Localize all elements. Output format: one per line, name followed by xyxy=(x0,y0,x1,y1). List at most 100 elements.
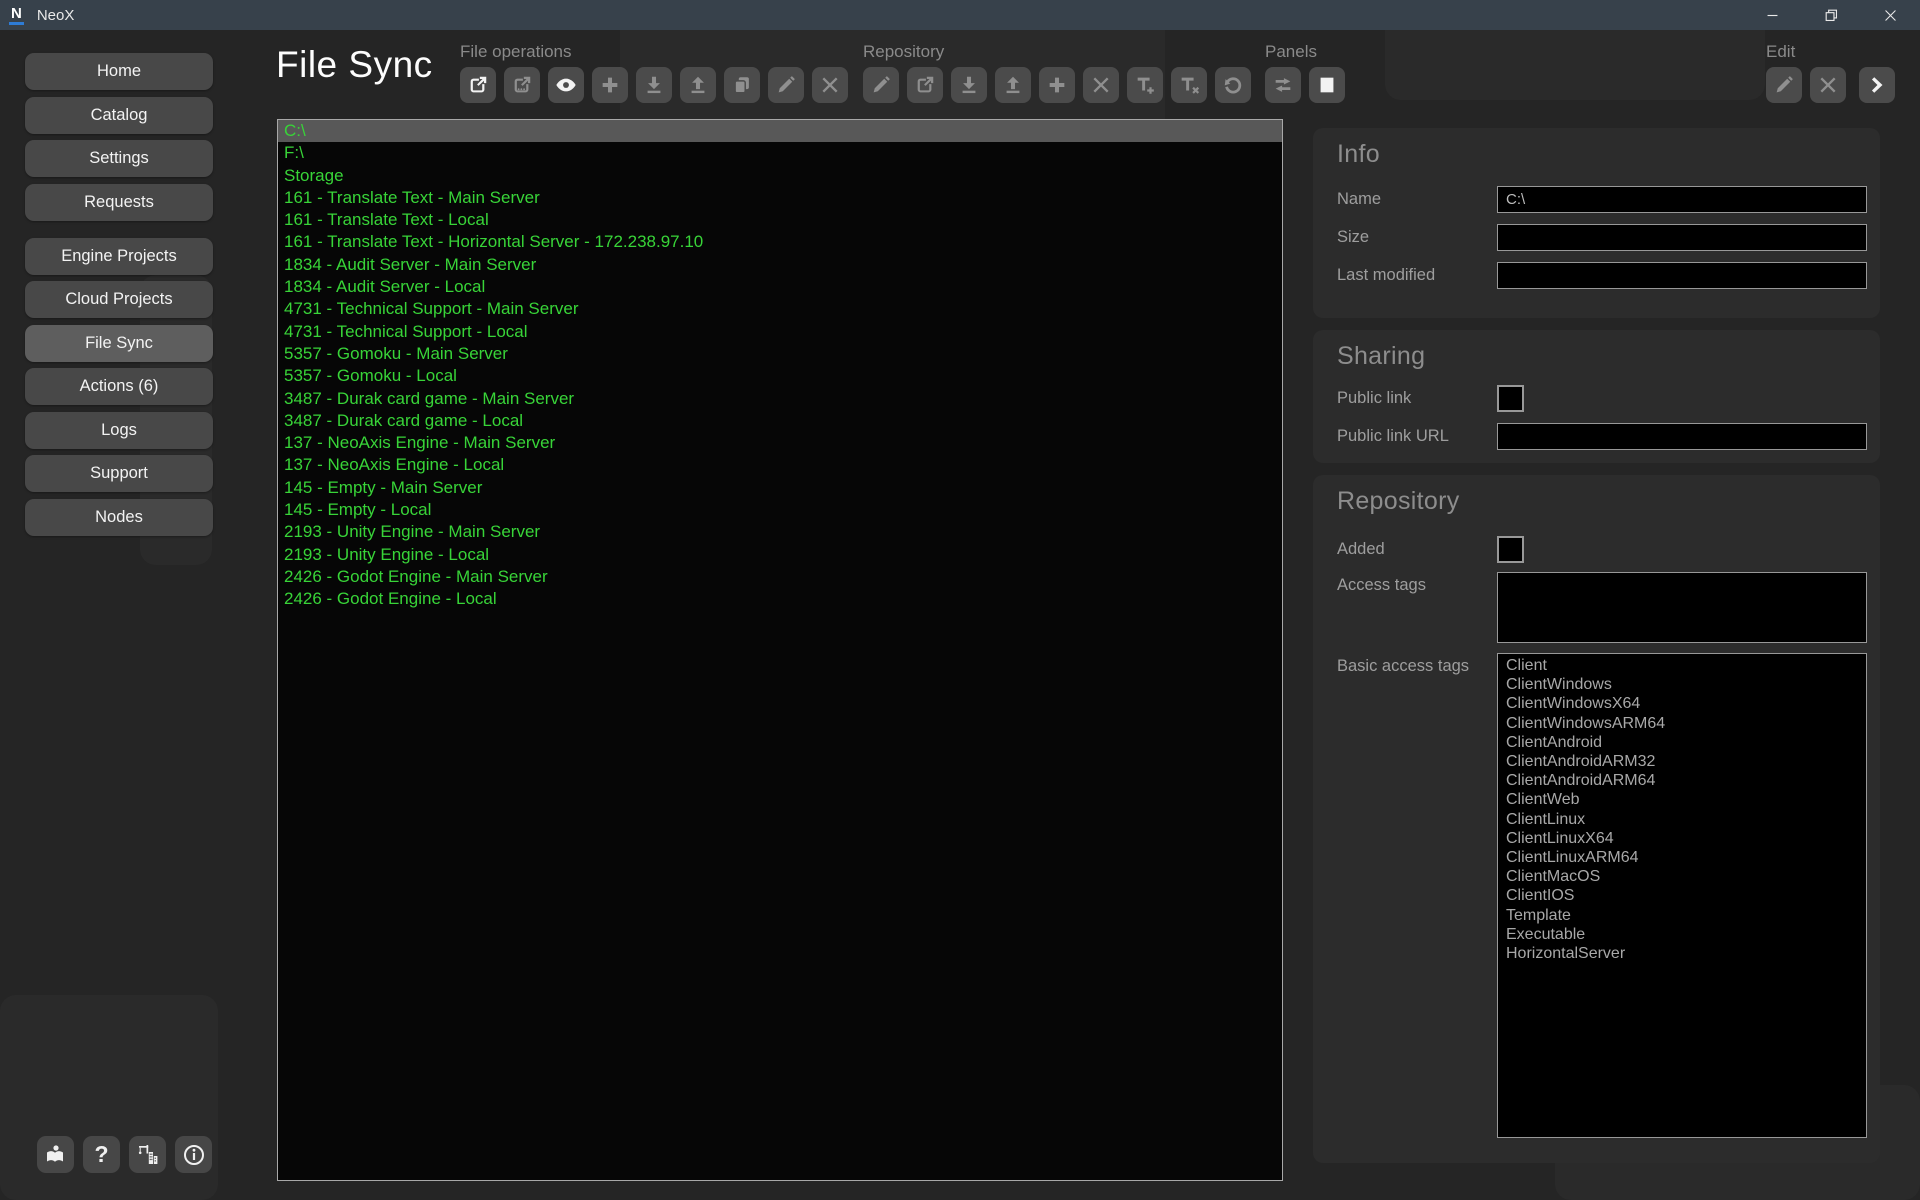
toolbar-button-open-external[interactable] xyxy=(907,67,943,103)
toolbar-button-cross[interactable] xyxy=(812,67,848,103)
basic-access-tag[interactable]: Client xyxy=(1506,656,1858,675)
access-tags-input[interactable] xyxy=(1497,572,1867,643)
basic-access-tag[interactable]: ClientMacOS xyxy=(1506,867,1858,886)
toolbar-button-chevron-right[interactable] xyxy=(1859,67,1895,103)
sidebar-item-support[interactable]: Support xyxy=(25,455,213,492)
toolbar-button-upload[interactable] xyxy=(680,67,716,103)
basic-access-tag[interactable]: ClientWeb xyxy=(1506,790,1858,809)
minimize-button[interactable] xyxy=(1743,0,1802,30)
construction-button[interactable] xyxy=(129,1136,166,1173)
toolbar-button-tag-add[interactable] xyxy=(1127,67,1163,103)
file-list-item[interactable]: 137 - NeoAxis Engine - Local xyxy=(278,454,1282,476)
sidebar-item-cloud-projects[interactable]: Cloud Projects xyxy=(25,281,213,318)
file-list-item[interactable]: 161 - Translate Text - Local xyxy=(278,209,1282,231)
toolbar-button-pencil[interactable] xyxy=(863,67,899,103)
file-list-item[interactable]: Storage xyxy=(278,165,1282,187)
toolbar-button-pencil[interactable] xyxy=(768,67,804,103)
basic-access-tag[interactable]: HorizontalServer xyxy=(1506,944,1858,963)
file-list-item[interactable]: 5357 - Gomoku - Local xyxy=(278,365,1282,387)
added-checkbox[interactable] xyxy=(1497,536,1524,563)
file-list-item[interactable]: 2426 - Godot Engine - Local xyxy=(278,588,1282,610)
toolbar-button-pencil[interactable] xyxy=(1766,67,1802,103)
tag-remove-icon xyxy=(1178,74,1200,96)
sidebar-item-engine-projects[interactable]: Engine Projects xyxy=(25,238,213,275)
sidebar-item-nodes[interactable]: Nodes xyxy=(25,499,213,536)
file-list-item[interactable]: 4731 - Technical Support - Local xyxy=(278,321,1282,343)
basic-access-tags-list[interactable]: ClientClientWindowsClientWindowsX64Clien… xyxy=(1497,653,1867,1138)
toolbar-button-plus[interactable] xyxy=(1039,67,1075,103)
toolbar-button-download[interactable] xyxy=(951,67,987,103)
file-list-item[interactable]: 2193 - Unity Engine - Main Server xyxy=(278,521,1282,543)
file-list-item[interactable]: 1834 - Audit Server - Local xyxy=(278,276,1282,298)
restore-button[interactable] xyxy=(1802,0,1861,30)
plus-icon xyxy=(1046,74,1068,96)
basic-access-tag[interactable]: ClientWindowsARM64 xyxy=(1506,714,1858,733)
toolbar-button-plus[interactable] xyxy=(592,67,628,103)
toolbar-button-upload[interactable] xyxy=(995,67,1031,103)
basic-access-tag[interactable]: ClientLinuxX64 xyxy=(1506,829,1858,848)
file-list-item[interactable]: 3487 - Durak card game - Main Server xyxy=(278,388,1282,410)
file-list-item[interactable]: 2193 - Unity Engine - Local xyxy=(278,544,1282,566)
toolbar-button-cross[interactable] xyxy=(1083,67,1119,103)
public-link-checkbox[interactable] xyxy=(1497,385,1524,412)
sidebar-footer: ? xyxy=(37,1136,212,1173)
basic-access-tag[interactable]: ClientWindows xyxy=(1506,675,1858,694)
file-list-item[interactable]: 161 - Translate Text - Horizontal Server… xyxy=(278,231,1282,253)
file-list-item[interactable]: 161 - Translate Text - Main Server xyxy=(278,187,1282,209)
file-list-item[interactable]: 2426 - Godot Engine - Main Server xyxy=(278,566,1282,588)
cross-icon xyxy=(1090,74,1112,96)
sidebar-item-home[interactable]: Home xyxy=(25,53,213,90)
close-button[interactable] xyxy=(1861,0,1920,30)
file-list-item[interactable]: 3487 - Durak card game - Local xyxy=(278,410,1282,432)
toolbar-button-cross[interactable] xyxy=(1810,67,1846,103)
sidebar-item-requests[interactable]: Requests xyxy=(25,184,213,221)
file-list[interactable]: C:\F:\Storage161 - Translate Text - Main… xyxy=(277,119,1283,1181)
basic-access-tag[interactable]: ClientIOS xyxy=(1506,886,1858,905)
file-list-item[interactable]: 5357 - Gomoku - Main Server xyxy=(278,343,1282,365)
file-list-item[interactable]: 145 - Empty - Main Server xyxy=(278,477,1282,499)
public-link-url-label: Public link URL xyxy=(1337,423,1497,450)
sidebar-item-catalog[interactable]: Catalog xyxy=(25,97,213,134)
file-list-item[interactable]: F:\ xyxy=(278,142,1282,164)
sidebar-item-file-sync[interactable]: File Sync xyxy=(25,325,213,362)
toolbar-button-open-external[interactable] xyxy=(460,67,496,103)
size-input[interactable] xyxy=(1497,224,1867,251)
help-button[interactable]: ? xyxy=(83,1136,120,1173)
basic-access-tag[interactable]: ClientAndroidARM32 xyxy=(1506,752,1858,771)
sidebar-item-actions-6[interactable]: Actions (6) xyxy=(25,368,213,405)
file-list-item[interactable]: C:\ xyxy=(278,120,1282,142)
file-list-item[interactable]: 1834 - Audit Server - Main Server xyxy=(278,254,1282,276)
repository-panel: Repository Added Access tags Basic acces… xyxy=(1313,475,1880,1163)
basic-access-tag[interactable]: Template xyxy=(1506,906,1858,925)
documentation-button[interactable] xyxy=(37,1136,74,1173)
about-button[interactable] xyxy=(175,1136,212,1173)
toolbar-button-download[interactable] xyxy=(636,67,672,103)
basic-access-tag[interactable]: ClientLinuxARM64 xyxy=(1506,848,1858,867)
sidebar-item-logs[interactable]: Logs xyxy=(25,412,213,449)
toolbar-button-open-external-alt[interactable] xyxy=(504,67,540,103)
basic-access-tag[interactable]: ClientWindowsX64 xyxy=(1506,694,1858,713)
file-list-item[interactable]: 145 - Empty - Local xyxy=(278,499,1282,521)
toolbar-button-swap[interactable] xyxy=(1265,67,1301,103)
public-link-url-input[interactable] xyxy=(1497,423,1867,450)
sidebar-item-settings[interactable]: Settings xyxy=(25,140,213,177)
toolbar-button-eye[interactable] xyxy=(548,67,584,103)
basic-access-tag[interactable]: ClientAndroid xyxy=(1506,733,1858,752)
toolbar-group-label: Edit xyxy=(1766,42,1895,62)
basic-access-tag[interactable]: Executable xyxy=(1506,925,1858,944)
info-fields: NameSizeLast modified xyxy=(1337,186,1867,289)
basic-access-tag[interactable]: ClientAndroidARM64 xyxy=(1506,771,1858,790)
file-list-item[interactable]: 4731 - Technical Support - Main Server xyxy=(278,298,1282,320)
toolbar-button-copy[interactable] xyxy=(724,67,760,103)
basic-access-tags-label: Basic access tags xyxy=(1337,653,1497,680)
toolbar-button-tag-remove[interactable] xyxy=(1171,67,1207,103)
added-label: Added xyxy=(1337,536,1497,563)
basic-access-tag[interactable]: ClientLinux xyxy=(1506,810,1858,829)
public-link-label: Public link xyxy=(1337,385,1497,412)
toolbar-button-square-filled[interactable] xyxy=(1309,67,1345,103)
toolbar-button-undo[interactable] xyxy=(1215,67,1251,103)
minimize-icon xyxy=(1764,7,1781,24)
last-modified-input[interactable] xyxy=(1497,262,1867,289)
file-list-item[interactable]: 137 - NeoAxis Engine - Main Server xyxy=(278,432,1282,454)
name-input[interactable] xyxy=(1497,186,1867,213)
